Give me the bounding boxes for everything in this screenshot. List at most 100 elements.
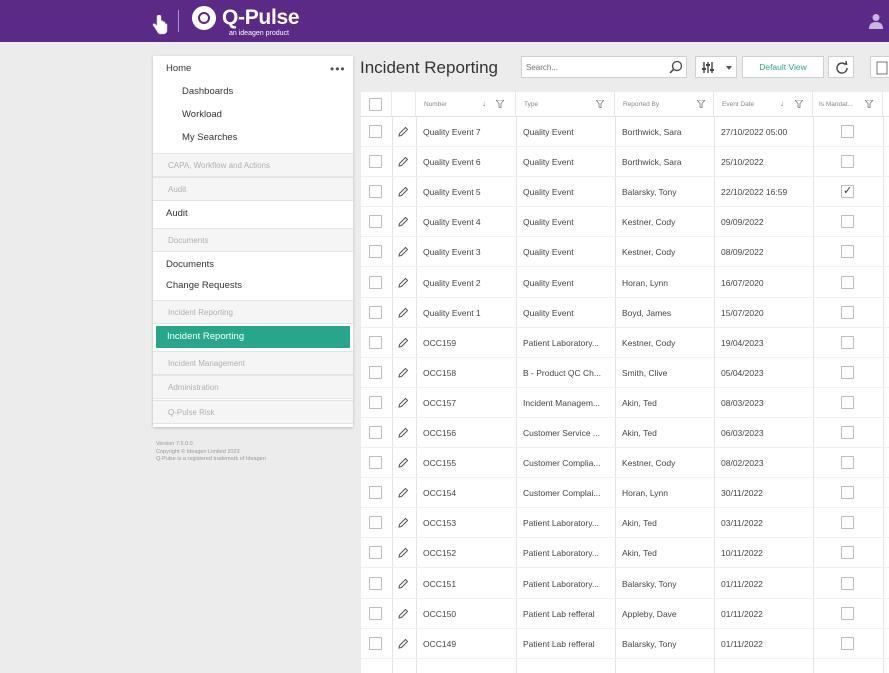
pencil-icon[interactable] [398,397,409,408]
pencil-icon[interactable] [398,246,409,258]
table-row[interactable]: OCC154 Customer Complai... Horan, Lynn 30/1… [361,478,889,509]
is-mandatory-checkbox[interactable] [841,125,854,138]
pencil-icon[interactable] [398,638,409,649]
table-row[interactable]: OCC151 Patient Laboratory... Balarsky, Ton… [361,569,889,599]
row-select-checkbox[interactable] [369,245,382,259]
pencil-icon[interactable] [398,517,409,528]
row-select-checkbox[interactable] [369,365,382,379]
is-mandatory-checkbox[interactable] [841,546,854,560]
pencil-icon[interactable] [398,126,409,137]
is-mandatory-checkbox[interactable] [841,245,854,259]
row-select-checkbox[interactable] [369,546,382,560]
column-header-event-date[interactable]: Event Date ↓ [714,92,813,117]
is-mandatory-checkbox[interactable] [841,576,854,590]
sidebar-item-workload[interactable]: Workload [182,103,352,127]
column-header-type[interactable]: Type [516,92,615,117]
table-row[interactable]: Quality Event 6 Quality Event Borthwick, S… [361,147,889,178]
is-mandatory-checkbox[interactable] [841,155,854,169]
sidebar-item-change-requests[interactable]: Change Requests [153,274,353,298]
pencil-icon[interactable] [398,337,409,348]
is-mandatory-checkbox[interactable] [841,516,854,530]
sort-icon[interactable]: ↓ [780,100,784,108]
table-row[interactable]: Quality Event 7 Quality Event Borthwick, S… [361,117,889,147]
pencil-icon[interactable] [398,186,409,197]
sidebar-section-capa[interactable]: CAPA, Workflow and Actions [153,153,353,177]
table-row[interactable]: OCC153 Patient Laboratory... Akin, Ted 03/1… [361,508,889,539]
table-row[interactable]: OCC152 Patient Laboratory... Akin, Ted 10/1… [361,538,889,569]
app-logo[interactable]: Q-Pulse an ideagen product [192,4,322,38]
column-header-reported-by[interactable]: Reported By [615,92,714,117]
sidebar-section-documents[interactable]: Documents [153,228,353,252]
is-mandatory-checkbox[interactable] [841,275,854,289]
pencil-icon[interactable] [398,457,409,468]
row-select-checkbox[interactable] [369,486,382,500]
table-row[interactable]: Quality Event 3 Quality Event Kestner, Cod… [361,237,889,268]
row-select-checkbox[interactable] [369,606,382,620]
row-select-checkbox[interactable] [369,185,382,199]
pencil-icon[interactable] [398,487,409,498]
refresh-button[interactable] [828,56,854,78]
search-icon[interactable] [669,60,683,74]
sidebar-item-incident-reporting[interactable]: Incident Reporting [156,326,350,348]
filter-icon[interactable] [697,100,705,108]
sidebar-section-incident-management[interactable]: Incident Management [153,351,353,375]
sidebar-item-audit[interactable]: Audit [153,202,353,226]
is-mandatory-checkbox[interactable] [841,215,854,229]
pencil-icon[interactable] [398,367,409,378]
is-mandatory-checkbox[interactable] [841,365,854,379]
select-all-checkbox[interactable] [369,98,382,111]
is-mandatory-checkbox[interactable] [841,184,854,199]
table-row[interactable]: OCC155 Customer Complia... Kestner, Cody 08… [361,448,889,479]
default-view-button[interactable]: Default View [742,56,824,78]
sidebar-section-risk[interactable]: Q-Pulse Risk [153,400,353,424]
is-mandatory-checkbox[interactable] [841,395,854,409]
is-mandatory-checkbox[interactable] [841,335,854,349]
row-select-checkbox[interactable] [369,395,382,409]
row-select-checkbox[interactable] [369,456,382,470]
pencil-icon[interactable] [398,427,409,438]
is-mandatory-checkbox[interactable] [841,305,854,319]
column-header-number[interactable]: Number ↓ [416,92,516,117]
pencil-icon[interactable] [398,216,409,227]
row-select-checkbox[interactable] [369,215,382,229]
pencil-icon[interactable] [398,608,409,619]
filter-icon[interactable] [865,100,873,108]
column-settings-button[interactable] [695,56,737,78]
table-row[interactable]: OCC158 B - Product QC Ch... Smith, Clive 05… [361,358,889,388]
more-options-icon[interactable]: ••• [330,62,346,76]
table-row[interactable]: OCC149 Patient Lab refferal Balarsky, Tony… [361,629,889,659]
sidebar-item-home[interactable]: Home [153,57,353,81]
export-button[interactable] [870,56,889,78]
row-select-checkbox[interactable] [369,275,382,289]
sidebar-section-administration[interactable]: Administration [153,375,353,399]
row-select-checkbox[interactable] [369,516,382,530]
sidebar-section-incident-reporting[interactable]: Incident Reporting [153,300,353,324]
pencil-icon[interactable] [398,307,409,318]
sidebar-item-my-searches[interactable]: My Searches [182,126,352,150]
table-row[interactable]: OCC150 Patient Lab refferal Appleby, Dave 0… [361,599,889,629]
user-icon[interactable] [869,13,883,29]
table-row[interactable]: Quality Event 4 Quality Event Kestner, Cod… [361,207,889,238]
table-row[interactable]: Quality Event 2 Quality Event Horan, Lynn 1… [361,268,889,298]
sort-icon[interactable]: ↓ [482,100,486,108]
table-row[interactable]: Quality Event 1 Quality Event Boyd, James 1… [361,298,889,328]
table-row[interactable]: OCC159 Patient Laboratory... Kestner, Cody… [361,328,889,358]
row-select-checkbox[interactable] [369,125,382,138]
column-header-is-mandatory[interactable]: Is Mandat... [813,92,883,117]
is-mandatory-checkbox[interactable] [841,426,854,439]
pencil-icon[interactable] [398,578,409,589]
pencil-icon[interactable] [398,277,409,288]
is-mandatory-checkbox[interactable] [841,606,854,620]
row-select-checkbox[interactable] [369,576,382,590]
row-select-checkbox[interactable] [369,636,382,650]
filter-icon[interactable] [795,100,803,108]
filter-icon[interactable] [496,100,504,108]
is-mandatory-checkbox[interactable] [841,486,854,500]
search-input[interactable] [521,56,687,78]
table-row[interactable]: OCC156 Customer Service ... Akin, Ted 06/03… [361,418,889,448]
row-select-checkbox[interactable] [369,426,382,439]
table-row[interactable]: OCC157 Incident Managem... Akin, Ted 08/03/… [361,388,889,418]
is-mandatory-checkbox[interactable] [841,456,854,470]
sidebar-section-audit[interactable]: Audit [153,177,353,201]
row-select-checkbox[interactable] [369,305,382,319]
